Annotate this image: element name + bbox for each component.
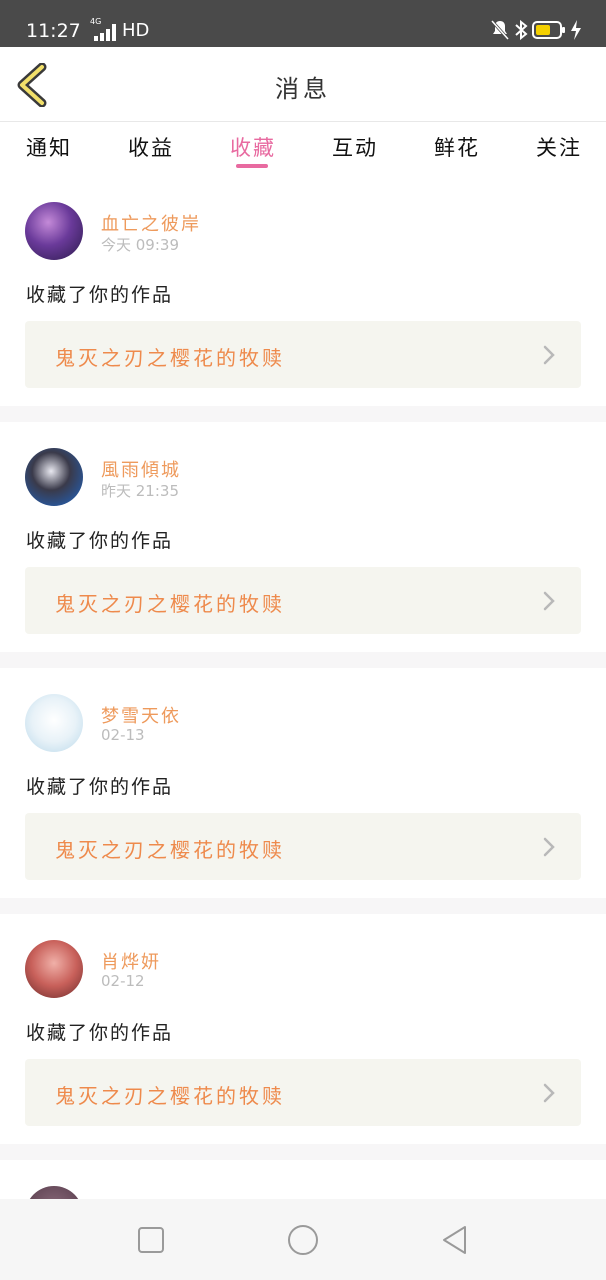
divider (0, 652, 606, 668)
tab-interactions[interactable]: 互动 (315, 132, 395, 168)
username[interactable]: 血亡之彼岸 (101, 210, 201, 236)
bluetooth-icon (515, 19, 528, 41)
recents-button[interactable] (134, 1223, 168, 1257)
timestamp: 昨天 21:35 (101, 482, 179, 500)
system-navigation-bar (0, 1199, 606, 1280)
status-bar: 11:27 4G HD (0, 0, 606, 47)
work-card[interactable]: 鬼灭之刃之樱花的牧赎 (25, 1059, 581, 1126)
avatar[interactable] (25, 694, 83, 752)
action-text: 收藏了你的作品 (26, 1022, 174, 1044)
tab-follows[interactable]: 关注 (519, 132, 599, 168)
list-item: 梦雪天依 02-13 收藏了你的作品 鬼灭之刃之樱花的牧赎 (0, 668, 606, 898)
tab-flowers[interactable]: 鲜花 (417, 132, 497, 168)
message-list[interactable]: 血亡之彼岸 今天 09:39 收藏了你的作品 鬼灭之刃之樱花的牧赎 風雨傾城 昨… (0, 176, 606, 1199)
avatar[interactable] (25, 1186, 83, 1199)
page-title: 消息 (275, 75, 331, 103)
avatar[interactable] (25, 940, 83, 998)
action-text: 收藏了你的作品 (26, 776, 174, 798)
list-item (0, 1160, 606, 1199)
tab-earnings[interactable]: 收益 (111, 132, 191, 168)
status-time: 11:27 (26, 20, 81, 42)
timestamp: 今天 09:39 (101, 236, 179, 254)
chevron-right-icon (543, 837, 555, 857)
circle-icon (288, 1225, 318, 1255)
active-tab-indicator (236, 164, 268, 168)
divider (0, 1144, 606, 1160)
hd-indicator: HD (122, 20, 150, 41)
charging-icon (571, 20, 581, 40)
username[interactable]: 梦雪天依 (101, 702, 181, 728)
home-button[interactable] (286, 1223, 320, 1257)
work-title: 鬼灭之刃之樱花的牧赎 (55, 838, 285, 862)
list-item: 血亡之彼岸 今天 09:39 收藏了你的作品 鬼灭之刃之樱花的牧赎 (0, 176, 606, 406)
tab-favorites[interactable]: 收藏 (213, 132, 293, 168)
divider (0, 898, 606, 914)
username[interactable]: 風雨傾城 (101, 456, 181, 482)
mute-icon (490, 20, 510, 40)
work-card[interactable]: 鬼灭之刃之樱花的牧赎 (25, 813, 581, 880)
action-text: 收藏了你的作品 (26, 284, 174, 306)
battery-icon (532, 21, 565, 39)
tab-notifications[interactable]: 通知 (9, 132, 89, 168)
list-item: 風雨傾城 昨天 21:35 收藏了你的作品 鬼灭之刃之樱花的牧赎 (0, 422, 606, 652)
timestamp: 02-12 (101, 972, 145, 990)
chevron-right-icon (543, 591, 555, 611)
action-text: 收藏了你的作品 (26, 530, 174, 552)
work-card[interactable]: 鬼灭之刃之樱花的牧赎 (25, 321, 581, 388)
work-title: 鬼灭之刃之樱花的牧赎 (55, 346, 285, 370)
work-title: 鬼灭之刃之樱花的牧赎 (55, 592, 285, 616)
network-indicator: 4G HD (86, 17, 156, 43)
work-title: 鬼灭之刃之樱花的牧赎 (55, 1084, 285, 1108)
tab-bar: 通知 收益 收藏 互动 鲜花 关注 (0, 122, 606, 176)
signal-icon (94, 24, 116, 41)
username[interactable]: 肖烨妍 (101, 948, 161, 974)
status-icons (490, 19, 582, 43)
avatar[interactable] (25, 202, 83, 260)
top-bar: 消息 (0, 47, 606, 122)
square-icon (138, 1227, 164, 1253)
list-item: 肖烨妍 02-12 收藏了你的作品 鬼灭之刃之樱花的牧赎 (0, 914, 606, 1144)
back-nav-button[interactable] (438, 1223, 472, 1257)
work-card[interactable]: 鬼灭之刃之樱花的牧赎 (25, 567, 581, 634)
divider (0, 406, 606, 422)
avatar[interactable] (25, 448, 83, 506)
triangle-back-icon (443, 1226, 466, 1254)
chevron-right-icon (543, 345, 555, 365)
timestamp: 02-13 (101, 726, 145, 744)
chevron-right-icon (543, 1083, 555, 1103)
